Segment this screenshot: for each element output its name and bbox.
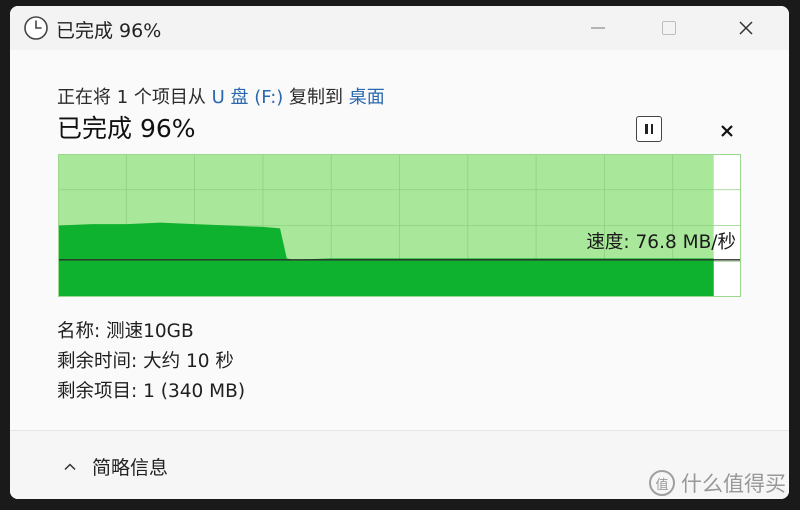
dialog-content: 正在将 1 个项目从 U 盘 (F:) 复制到 桌面 已完成 96% 速度: 7… (10, 50, 789, 430)
close-icon (739, 21, 753, 35)
speed-label: 速度: 76.8 MB/秒 (586, 232, 736, 253)
maximize-icon (662, 21, 676, 35)
clock-icon (24, 16, 48, 40)
copy-prefix: 正在将 1 个项目从 (57, 87, 212, 108)
copy-progress-window: 已完成 96% 正在将 1 个项目从 U 盘 (F:) 复制到 桌面 已完成 9… (10, 6, 789, 499)
less-details-label: 简略信息 (92, 457, 169, 479)
maximize-button[interactable] (646, 6, 692, 50)
source-link[interactable]: U 盘 (F:) (212, 87, 284, 108)
site-watermark: 值 什么值得买 (649, 468, 786, 498)
copy-middle: 复制到 (283, 87, 349, 108)
speed-chart: 速度: 76.8 MB/秒 (58, 154, 741, 297)
destination-link[interactable]: 桌面 (349, 87, 385, 108)
minimize-button[interactable] (575, 6, 621, 50)
watermark-text: 什么值得买 (681, 472, 786, 496)
items-remaining: 剩余项目: 1 (340 MB) (57, 381, 246, 402)
chevron-up-icon (64, 462, 76, 470)
window-title: 已完成 96% (56, 20, 162, 42)
close-window-button[interactable] (723, 6, 769, 50)
cancel-button[interactable] (716, 120, 738, 142)
progress-title: 已完成 96% (57, 114, 196, 143)
details-panel: 名称: 测速10GB 剩余时间: 大约 10 秒 剩余项目: 1 (340 MB… (57, 317, 245, 407)
less-details-toggle[interactable]: 简略信息 (62, 453, 168, 480)
copy-description: 正在将 1 个项目从 U 盘 (F:) 复制到 桌面 (57, 83, 385, 109)
minimize-icon (591, 27, 605, 29)
title-bar[interactable]: 已完成 96% (10, 6, 789, 50)
pause-icon (645, 124, 648, 134)
x-icon (721, 125, 733, 137)
file-name: 名称: 测速10GB (57, 321, 194, 342)
watermark-badge: 值 (649, 470, 675, 496)
time-remaining: 剩余时间: 大约 10 秒 (57, 351, 234, 372)
pause-button[interactable] (636, 116, 662, 142)
